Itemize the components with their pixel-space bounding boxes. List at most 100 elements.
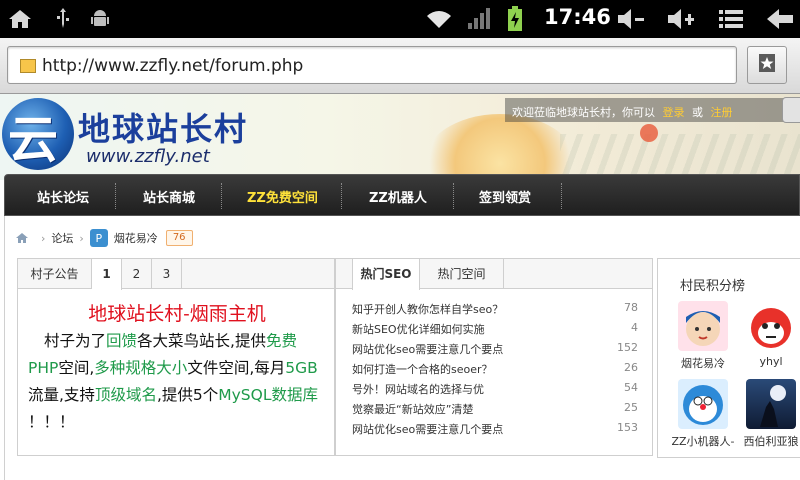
notice-title: 地球站长村-烟雨主机 xyxy=(88,303,266,325)
hot-post-count: 4 xyxy=(631,321,638,334)
register-link[interactable]: 注册 xyxy=(711,106,733,119)
hot-post-title[interactable]: 网站优化seo需要注意几个要点 xyxy=(352,421,503,437)
breadcrumb-forum[interactable]: 论坛 xyxy=(51,230,73,246)
nav-item-robot[interactable]: ZZ机器人 xyxy=(369,187,427,206)
avatar[interactable] xyxy=(678,379,728,429)
notice-text: ！！！ xyxy=(28,413,75,431)
hot-post-title[interactable]: 号外！网站域名的选择与优 xyxy=(352,381,484,397)
rank-user-name: 烟花易冷 xyxy=(681,357,725,370)
user-badge-icon: P xyxy=(89,229,108,247)
notice-text: 各大菜鸟站长,提供 xyxy=(137,332,266,350)
logo-title[interactable]: 地球站长村 xyxy=(78,104,248,150)
notice-text: 村子为了 xyxy=(44,332,107,350)
logo-url: www.zzfly.net xyxy=(86,146,210,167)
volume-up-icon[interactable] xyxy=(666,4,696,34)
hot-post-title[interactable]: 觉察最近“新站效应”清楚 xyxy=(352,401,473,417)
rank-user[interactable]: ZZ小机器人- xyxy=(668,379,738,449)
notice-text: 文件空间,每月 xyxy=(187,359,286,377)
login-link[interactable]: 登录 xyxy=(663,106,685,119)
rank-user[interactable]: 西伯利亚狼 xyxy=(736,379,800,449)
notice-highlight-text: MySQL数据库 xyxy=(218,386,318,404)
rank-title: 村民积分榜 xyxy=(680,279,746,294)
breadcrumb-user[interactable]: 烟花易冷 xyxy=(114,230,158,246)
main-nav: 站长论坛 站长商城 ZZ免费空间 ZZ机器人 签到领赏 xyxy=(4,174,800,216)
rank-panel: 村民积分榜 烟花易冷 yhyl ZZ小机器人- 西伯利亚狼 xyxy=(657,258,800,458)
url-input[interactable]: http://www.zzfly.net/forum.php xyxy=(7,46,737,84)
or-text: 或 xyxy=(692,106,703,119)
rank-user[interactable]: 烟花易冷 xyxy=(668,301,738,371)
clock: 17:46 xyxy=(544,5,611,29)
favicon-icon xyxy=(20,59,36,73)
welcome-message: 欢迎莅临地球站长村，你可以 登录 或 注册 xyxy=(512,104,733,120)
hot-post-count: 26 xyxy=(624,361,638,374)
welcome-text: 欢迎莅临地球站长村，你可以 xyxy=(512,106,655,119)
home-icon xyxy=(6,4,34,34)
banner-apple xyxy=(640,124,658,142)
hot-post-title[interactable]: 如何打造一个合格的seoer？ xyxy=(352,361,493,377)
notice-highlight-text: 5GB xyxy=(285,359,318,377)
notice-tabs: 村子公告 1 2 3 xyxy=(18,259,334,290)
notice-panel: 村子公告 1 2 3 地球站长村-烟雨主机 村子为了回馈各大菜鸟站长,提供免费P… xyxy=(17,258,335,456)
nav-item-free-hosting[interactable]: ZZ免费空间 xyxy=(247,187,318,206)
bookmark-button[interactable] xyxy=(747,46,787,84)
notice-highlight-text: 顶级域名 xyxy=(94,386,157,404)
tab-page-2[interactable]: 2 xyxy=(122,259,152,289)
main-content: › 论坛 › P 烟花易冷 76 村子公告 1 2 3 地球站长村-烟雨主机 村… xyxy=(4,216,800,480)
avatar[interactable] xyxy=(746,301,796,351)
hot-panel: 热门SEO 热门空间 知乎开创人教你怎样自学seo？ 78 新站SEO优化详细如何实… xyxy=(335,258,653,456)
hot-post-title[interactable]: 知乎开创人教你怎样自学seo？ xyxy=(352,301,503,317)
hot-post-count: 54 xyxy=(624,381,638,394)
nav-divider xyxy=(341,183,342,209)
list-item[interactable]: 如何打造一个合格的seoer？ 26 xyxy=(352,361,638,381)
tab-page-3[interactable]: 3 xyxy=(152,259,182,289)
android-debug-icon xyxy=(88,4,112,34)
list-item[interactable]: 新站SEO优化详细如何实施 4 xyxy=(352,321,638,341)
list-item[interactable]: 网站优化seo需要注意几个要点 152 xyxy=(352,341,638,361)
nav-item-mall[interactable]: 站长商城 xyxy=(143,187,195,206)
notice-highlight-text: 回馈 xyxy=(106,332,138,350)
breadcrumb-separator: › xyxy=(41,231,46,245)
rank-user-name: ZZ小机器人- xyxy=(671,435,735,448)
battery-charging-icon xyxy=(506,4,524,34)
hot-post-count: 25 xyxy=(624,401,638,414)
tab-page-1[interactable]: 1 xyxy=(92,259,122,290)
search-toggle-button[interactable] xyxy=(782,97,800,123)
hot-tabs: 热门SEO 热门空间 xyxy=(336,259,652,290)
breadcrumb-separator: › xyxy=(79,231,84,245)
notice-text: 流量,支持 xyxy=(28,386,95,404)
hot-post-title[interactable]: 网站优化seo需要注意几个要点 xyxy=(352,341,503,357)
nav-divider xyxy=(115,183,116,209)
browser-toolbar: http://www.zzfly.net/forum.php xyxy=(0,38,800,94)
notice-text: 空间, xyxy=(58,359,95,377)
back-icon[interactable] xyxy=(764,4,796,34)
list-item[interactable]: 觉察最近“新站效应”清楚 25 xyxy=(352,401,638,421)
list-item[interactable]: 号外！网站域名的选择与优 54 xyxy=(352,381,638,401)
rank-user[interactable]: yhyl xyxy=(736,301,800,368)
notice-highlight-text: 多种规格大小 xyxy=(94,359,188,377)
avatar[interactable] xyxy=(746,379,796,429)
tab-notice[interactable]: 村子公告 xyxy=(18,259,92,289)
tab-hot-hosting[interactable]: 热门空间 xyxy=(420,259,504,289)
status-bar: 17:46 xyxy=(0,0,800,38)
list-item[interactable]: 网站优化seo需要注意几个要点 153 xyxy=(352,421,638,441)
breadcrumb: › 论坛 › P 烟花易冷 76 xyxy=(15,228,193,248)
list-item[interactable]: 知乎开创人教你怎样自学seo？ 78 xyxy=(352,301,638,321)
hot-post-count: 152 xyxy=(617,341,638,354)
site-banner: 云 地球站长村 www.zzfly.net 欢迎莅临地球站长村，你可以 登录 或… xyxy=(0,94,800,180)
user-points-badge: 76 xyxy=(165,230,193,246)
notice-body: 村子为了回馈各大菜鸟站长,提供免费PHP空间,多种规格大小文件空间,每月5GB流… xyxy=(28,328,326,436)
tab-hot-seo[interactable]: 热门SEO xyxy=(352,259,420,290)
logo-mark: 云 xyxy=(8,110,58,169)
menu-icon[interactable] xyxy=(716,4,746,34)
hot-list: 知乎开创人教你怎样自学seo？ 78 新站SEO优化详细如何实施 4 网站优化seo需要… xyxy=(352,301,638,441)
home-icon[interactable] xyxy=(15,232,29,244)
hot-post-title[interactable]: 新站SEO优化详细如何实施 xyxy=(352,321,485,337)
nav-item-checkin[interactable]: 签到领赏 xyxy=(479,187,531,206)
nav-divider xyxy=(453,183,454,209)
notice-content: 地球站长村-烟雨主机 村子为了回馈各大菜鸟站长,提供免费PHP空间,多种规格大小… xyxy=(18,299,336,436)
nav-item-forum[interactable]: 站长论坛 xyxy=(37,187,89,206)
volume-down-icon[interactable] xyxy=(616,4,646,34)
nav-divider xyxy=(561,183,562,209)
hot-post-count: 78 xyxy=(624,301,638,314)
avatar[interactable] xyxy=(678,301,728,351)
